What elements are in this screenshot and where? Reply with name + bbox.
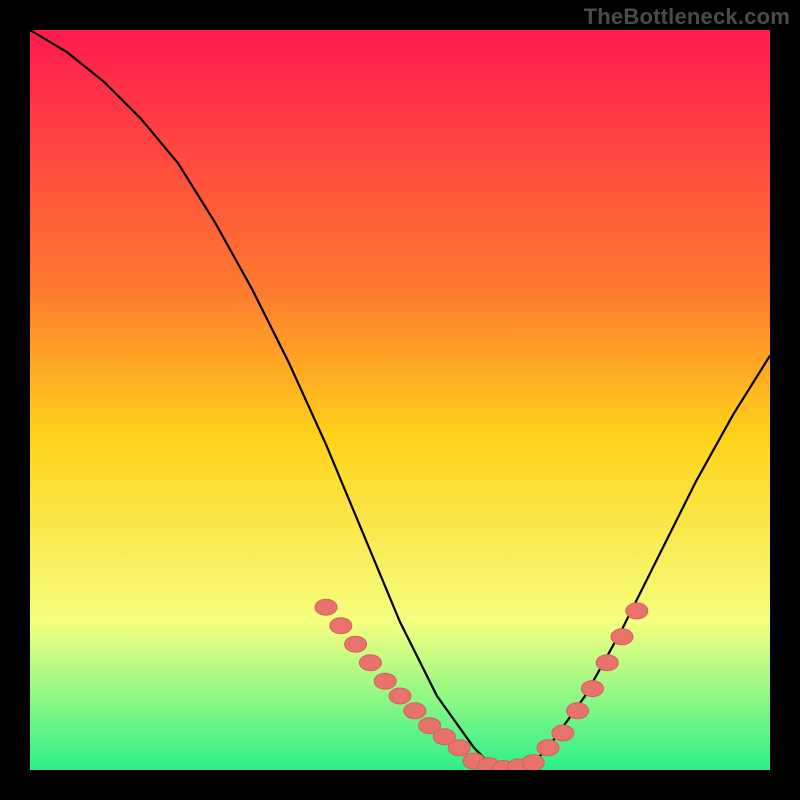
curve-marker — [611, 629, 633, 645]
curve-marker — [567, 703, 589, 719]
plot-area — [30, 30, 770, 770]
chart-frame: TheBottleneck.com — [0, 0, 800, 800]
curve-marker — [522, 755, 544, 770]
bottleneck-chart — [30, 30, 770, 770]
curve-marker — [330, 618, 352, 634]
curve-marker — [404, 703, 426, 719]
curve-marker — [626, 603, 648, 619]
watermark-text: TheBottleneck.com — [584, 4, 790, 30]
curve-marker — [448, 740, 470, 756]
curve-marker — [389, 688, 411, 704]
curve-marker — [596, 655, 618, 671]
gradient-background — [30, 30, 770, 770]
curve-marker — [315, 599, 337, 615]
curve-marker — [552, 725, 574, 741]
curve-marker — [359, 655, 381, 671]
curve-marker — [537, 740, 559, 756]
curve-marker — [581, 681, 603, 697]
curve-marker — [345, 636, 367, 652]
curve-marker — [374, 673, 396, 689]
